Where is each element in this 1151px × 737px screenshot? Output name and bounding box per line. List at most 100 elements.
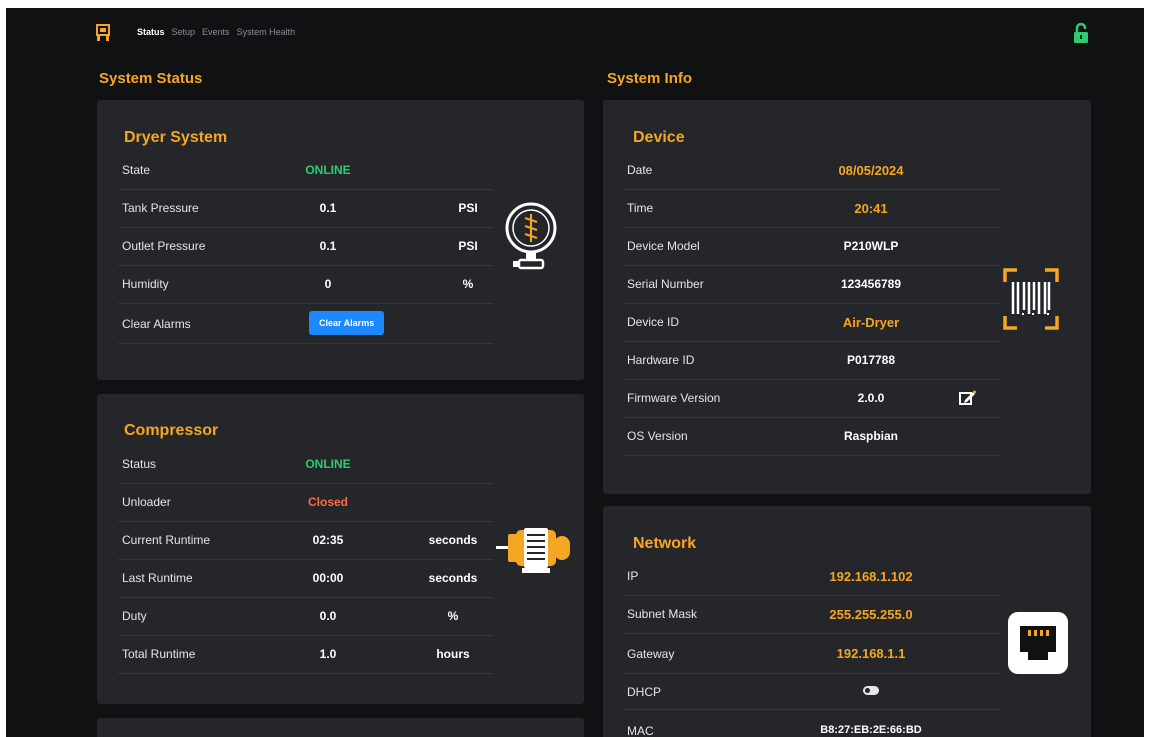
clear-alarms-row: Clear Alarms Clear Alarms xyxy=(118,304,493,344)
compressor-status-value: ONLINE xyxy=(305,457,351,471)
unloader-value: Closed xyxy=(307,495,348,509)
pressure-gauge-icon xyxy=(505,202,557,270)
duty-unit: % xyxy=(447,609,459,623)
row-label: Hardware ID xyxy=(627,353,695,367)
compressor-status-row: Status ONLINE xyxy=(118,446,493,484)
device-model-value: P210WLP xyxy=(843,239,899,253)
network-title: Network xyxy=(633,535,697,552)
duty-row: Duty 0.0 % xyxy=(118,598,493,636)
dryer-state-row: State ONLINE xyxy=(118,152,493,190)
row-label: MAC xyxy=(627,724,654,737)
motor-icon xyxy=(496,528,570,573)
tank-pressure-row: Tank Pressure 0.1 PSI xyxy=(118,190,493,228)
row-label: Humidity xyxy=(122,277,169,291)
current-runtime-value: 02:35 xyxy=(312,533,344,547)
last-runtime-unit: seconds xyxy=(428,571,478,585)
outlet-pressure-value: 0.1 xyxy=(319,239,337,253)
current-runtime-unit: seconds xyxy=(428,533,478,547)
bottom-card xyxy=(97,718,584,737)
os-version-value: Raspbian xyxy=(843,429,898,443)
humidity-row: Humidity 0 % xyxy=(118,266,493,304)
unloader-row: Unloader Closed xyxy=(118,484,493,522)
outlet-pressure-unit: PSI xyxy=(458,239,478,253)
row-label: State xyxy=(122,163,151,177)
duty-value: 0.0 xyxy=(319,609,337,623)
time-row: Time 20:41 xyxy=(623,190,1000,228)
row-label: Last Runtime xyxy=(122,571,193,585)
system-status-title: System Status xyxy=(99,70,203,87)
mac-value: B8:27:EB:2E:66:BD xyxy=(820,724,922,736)
current-runtime-row: Current Runtime 02:35 seconds xyxy=(118,522,493,560)
row-label: Gateway xyxy=(627,647,675,661)
tank-pressure-value: 0.1 xyxy=(319,201,337,215)
clear-alarms-button[interactable]: Clear Alarms xyxy=(309,311,385,335)
serial-number-value: 123456789 xyxy=(840,277,902,291)
row-label: Time xyxy=(627,201,654,215)
row-label: Subnet Mask xyxy=(627,607,698,621)
logo-icon[interactable] xyxy=(96,24,110,42)
tab-status[interactable]: Status xyxy=(137,27,165,37)
dryer-system-title: Dryer System xyxy=(124,129,228,146)
nav-tabs: Status Setup Events System Health xyxy=(137,27,295,37)
app-screen: Status Setup Events System Health System… xyxy=(6,8,1144,737)
outlet-pressure-row: Outlet Pressure 0.1 PSI xyxy=(118,228,493,266)
row-label: DHCP xyxy=(627,685,662,699)
system-info-title: System Info xyxy=(607,70,693,87)
compressor-card: Compressor Status ONLINE Unloader Closed… xyxy=(97,394,584,704)
date-value: 08/05/2024 xyxy=(838,163,904,178)
device-title: Device xyxy=(633,129,685,146)
ip-row: IP 192.168.1.102 xyxy=(623,558,1000,596)
total-runtime-unit: hours xyxy=(436,647,470,661)
device-id-value: Air-Dryer xyxy=(842,315,900,330)
firmware-version-value: 2.0.0 xyxy=(857,391,885,405)
dryer-system-card: Dryer System State ONLINE Tank Pressure … xyxy=(97,100,584,380)
row-label: Clear Alarms xyxy=(122,317,191,331)
dhcp-toggle[interactable] xyxy=(863,686,879,695)
firmware-version-row: Firmware Version 2.0.0 xyxy=(623,380,1000,418)
network-card: Network IP 192.168.1.102 Subnet Mask 255… xyxy=(603,506,1091,737)
hardware-id-value: P017788 xyxy=(846,353,896,367)
row-label: Total Runtime xyxy=(122,647,196,661)
row-label: Status xyxy=(122,457,157,471)
dryer-state-value: ONLINE xyxy=(305,163,351,177)
os-version-row: OS Version Raspbian xyxy=(623,418,1000,456)
subnet-mask-value: 255.255.255.0 xyxy=(829,607,913,622)
dhcp-row: DHCP xyxy=(623,674,1000,710)
total-runtime-value: 1.0 xyxy=(319,647,337,661)
device-model-row: Device Model P210WLP xyxy=(623,228,1000,266)
row-label: IP xyxy=(627,569,639,583)
ip-value: 192.168.1.102 xyxy=(829,569,913,584)
row-label: Device ID xyxy=(627,315,680,329)
hardware-id-row: Hardware ID P017788 xyxy=(623,342,1000,380)
tank-pressure-unit: PSI xyxy=(458,201,478,215)
row-label: OS Version xyxy=(627,429,688,443)
row-label: Unloader xyxy=(122,495,171,509)
mac-row: MAC B8:27:EB:2E:66:BD xyxy=(623,710,1000,737)
row-label: Date xyxy=(627,163,653,177)
tab-system-health[interactable]: System Health xyxy=(237,27,296,37)
top-nav: Status Setup Events System Health xyxy=(6,8,1144,60)
last-runtime-value: 00:00 xyxy=(312,571,344,585)
tab-events[interactable]: Events xyxy=(202,27,230,37)
device-card: Device Date 08/05/2024 Time 20:41 Device… xyxy=(603,100,1091,494)
device-id-row: Device ID Air-Dryer xyxy=(623,304,1000,342)
tab-setup[interactable]: Setup xyxy=(172,27,196,37)
row-label: Outlet Pressure xyxy=(122,239,206,253)
last-runtime-row: Last Runtime 00:00 seconds xyxy=(118,560,493,598)
row-label: Duty xyxy=(122,609,147,623)
row-label: Firmware Version xyxy=(627,391,721,405)
edit-icon[interactable] xyxy=(959,390,977,406)
humidity-value: 0 xyxy=(324,277,332,291)
barcode-scanner-icon xyxy=(1003,268,1059,330)
compressor-title: Compressor xyxy=(124,422,219,439)
gateway-value: 192.168.1.1 xyxy=(836,646,906,661)
gateway-row: Gateway 192.168.1.1 xyxy=(623,634,1000,674)
row-label: Serial Number xyxy=(627,277,704,291)
unlocked-lock-icon[interactable] xyxy=(1071,22,1091,44)
row-label: Device Model xyxy=(627,239,700,253)
ethernet-port-icon xyxy=(1008,612,1068,674)
humidity-unit: % xyxy=(462,277,474,291)
total-runtime-row: Total Runtime 1.0 hours xyxy=(118,636,493,674)
date-row: Date 08/05/2024 xyxy=(623,152,1000,190)
serial-number-row: Serial Number 123456789 xyxy=(623,266,1000,304)
